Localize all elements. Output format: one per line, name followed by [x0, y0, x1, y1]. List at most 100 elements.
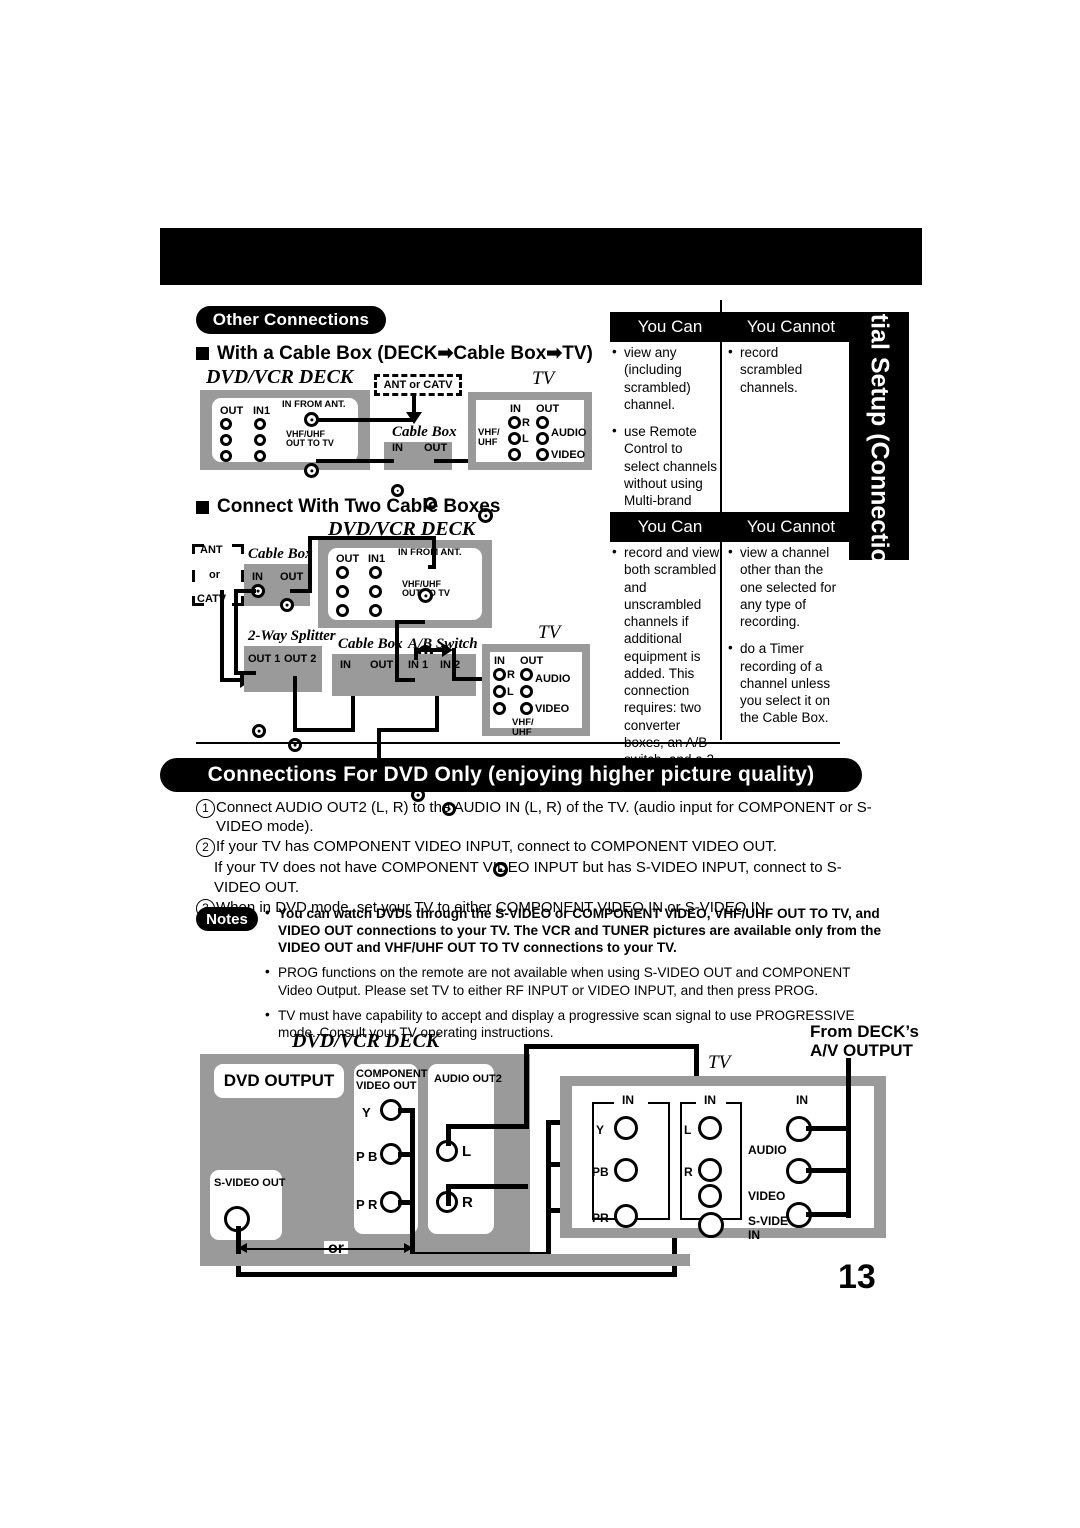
- diagram1-vhf-uhf-out-label: VHF/UHF OUT TO TV: [286, 429, 334, 449]
- diagram2-splitter-out2-label: OUT 2: [284, 653, 317, 665]
- subheading-two-cable-boxes: Connect With Two Cable Boxes: [196, 496, 500, 518]
- step-number: 1: [196, 799, 215, 818]
- page-number: 13: [838, 1258, 876, 1296]
- diagram2-cablebox1-out-label: OUT: [280, 571, 304, 583]
- diagram2-splitter-out1-label: OUT 1: [248, 653, 281, 665]
- diagram2-cablebox1-title: Cable Box: [248, 546, 313, 562]
- diagram2-tv-audio-label: AUDIO: [535, 673, 571, 685]
- diagram1-deck-jack: [220, 434, 232, 446]
- diagram2-tv-jack: [520, 668, 533, 681]
- diagram3-tv-audio-in-label: IN: [702, 1093, 718, 1107]
- diagram2-cablebox2-out-label: OUT: [370, 659, 394, 671]
- diagram3-tv-pr-jack: [614, 1204, 638, 1228]
- diagram2-deck-jack: [336, 604, 349, 617]
- diagram2-or-label: or: [209, 569, 220, 581]
- diagram2-cablebox1-in-label: IN: [252, 571, 263, 583]
- diagram1-tv-jack: [508, 416, 521, 429]
- diagram3-audio-r-label: R: [462, 1194, 473, 1211]
- step-text: If your TV has COMPONENT VIDEO INPUT, co…: [216, 838, 777, 856]
- diagram1-tv-jack: [508, 432, 521, 445]
- you-cannot-list-2: view a channel other than the one select…: [728, 543, 838, 737]
- dvd-only-steps: 1 Connect AUDIO OUT2 (L, R) to the AUDIO…: [196, 798, 886, 919]
- diagram3-footer-bar: [200, 1254, 690, 1266]
- diagram1-in1-label: IN1: [253, 405, 271, 417]
- diagram3-audio-out2-label: AUDIO OUT2: [434, 1073, 502, 1085]
- step-subtext: If your TV does not have COMPONENT VIDEO…: [214, 859, 842, 896]
- subheading-cable-box-label: With a Cable Box (DECK➡Cable Box➡TV): [217, 343, 593, 364]
- diagram1-cablebox-title: Cable Box: [392, 424, 457, 440]
- diagram1-ant-catv-box: ANT or CATV: [374, 374, 462, 396]
- diagram3-tv-pb-label: PB: [592, 1165, 609, 1179]
- diagram2-cablebox2-in-label: IN: [340, 659, 351, 671]
- diagram1-tv-out-label: OUT: [536, 403, 560, 415]
- you-cannot-list-1: record scrambled channels.: [728, 343, 836, 406]
- diagram1-vhf-uhf-out-jack: [304, 463, 319, 478]
- diagram2-tv-jack: [520, 702, 533, 715]
- diagram1-out-label: OUT: [220, 405, 244, 417]
- diagram1-tv-l-label: L: [522, 433, 529, 445]
- note-item: You can watch DVDs through the S-VIDEO o…: [264, 904, 886, 956]
- diagram2-tv-r-label: R: [507, 669, 515, 681]
- diagram1-deck-title: DVD/VCR DECK: [206, 366, 354, 388]
- diagram3-tv-video-label: VIDEO: [748, 1189, 786, 1203]
- diagram2-tv-in-label: IN: [494, 655, 505, 667]
- other-connections-heading: Other Connections: [196, 306, 386, 334]
- diagram3-tv-r-label: R: [684, 1165, 693, 1179]
- diagram1-tv-title: TV: [532, 368, 555, 389]
- diagram2-splitter-out2-jack: [288, 738, 302, 752]
- wire: [318, 418, 414, 422]
- diagram1-deck-jack: [254, 450, 266, 462]
- diagram3-svideo-out-label: S-VIDEO OUT: [214, 1177, 286, 1189]
- diagram1-in-from-ant-jack: [304, 412, 319, 427]
- notes-block: Notes You can watch DVDs through the S-V…: [196, 904, 886, 1049]
- diagram2-splitter-out1-jack: [252, 724, 266, 738]
- step: 1 Connect AUDIO OUT2 (L, R) to the AUDIO…: [196, 798, 886, 836]
- notes-list: You can watch DVDs through the S-VIDEO o…: [264, 904, 886, 1041]
- diagram1-tv-jack: [536, 416, 549, 429]
- diagram2-cablebox1-out-jack: [280, 598, 294, 612]
- diagram1-deck-jack: [220, 450, 232, 462]
- step-number: 2: [196, 838, 215, 858]
- diagram3-tv-l-label: L: [684, 1123, 692, 1137]
- diagram3-tv-video-jack: [698, 1184, 722, 1208]
- diagram3-audio-l-label: L: [462, 1143, 472, 1160]
- diagram2-deck-jack: [369, 604, 382, 617]
- diagram2-tv-vhf-uhf-label: VHF/ UHF: [512, 717, 534, 738]
- diagram3-dvd-output-panel: DVD OUTPUT: [214, 1064, 344, 1098]
- diagram1-deck-jack: [220, 418, 232, 430]
- diagram3-tv-svideo-jack: [698, 1212, 724, 1238]
- diagram2-deck-jack: [369, 566, 382, 579]
- diagram3-deck-title: DVD/VCR DECK: [292, 1030, 440, 1052]
- you-can-tag-1: You Can: [610, 312, 730, 342]
- dvd-only-section-title: Connections For DVD Only (enjoying highe…: [160, 758, 862, 792]
- diagram2-cablebox2-title: Cable Box: [338, 636, 403, 652]
- diagram2-tv-jack: [520, 685, 533, 698]
- diagram2-out-label: OUT: [336, 553, 360, 565]
- diagram1-deck-jack: [254, 434, 266, 446]
- step: 2 If your TV has COMPONENT VIDEO INPUT, …: [196, 837, 886, 858]
- diagram1-in-from-ant-label: IN FROM ANT.: [282, 399, 346, 410]
- diagram2-in-from-ant-jack: [418, 588, 433, 603]
- list-item: view any (including scrambled) channel.: [612, 343, 718, 413]
- manual-page: Other Connections With a Cable Box (DECK…: [0, 0, 1080, 1528]
- diagram2-deck-jack: [369, 585, 382, 598]
- diagram2-tv-out-label: OUT: [520, 655, 544, 667]
- diagram3-tv-pr-label: PR: [592, 1211, 609, 1225]
- diagram1-tv-vhf-uhf-label: VHF/ UHF: [478, 427, 500, 448]
- diagram2-in-from-ant-label: IN FROM ANT.: [398, 547, 462, 558]
- step-text: Connect AUDIO OUT2 (L, R) to the AUDIO I…: [216, 799, 872, 836]
- diagram3-tv-y-jack: [614, 1116, 638, 1140]
- list-item: view a channel other than the one select…: [728, 543, 838, 630]
- section-divider: [196, 742, 840, 744]
- diagram2-ab-in2-label: IN 2: [440, 659, 461, 671]
- diagram2-splitter-title: 2-Way Splitter: [248, 628, 336, 644]
- square-bullet-icon: [196, 347, 209, 360]
- square-bullet-icon: [196, 500, 209, 514]
- diagram2-tv-jack: [493, 685, 506, 698]
- diagram2-tv-jack: [493, 702, 506, 715]
- you-can-list-1: view any (including scrambled) channel. …: [612, 343, 718, 537]
- diagram2-tv-video-label: VIDEO: [535, 703, 570, 715]
- notes-badge: Notes: [196, 907, 258, 931]
- diagram1-deck-jack: [254, 418, 266, 430]
- diagram3-pb-label: P B: [356, 1149, 378, 1164]
